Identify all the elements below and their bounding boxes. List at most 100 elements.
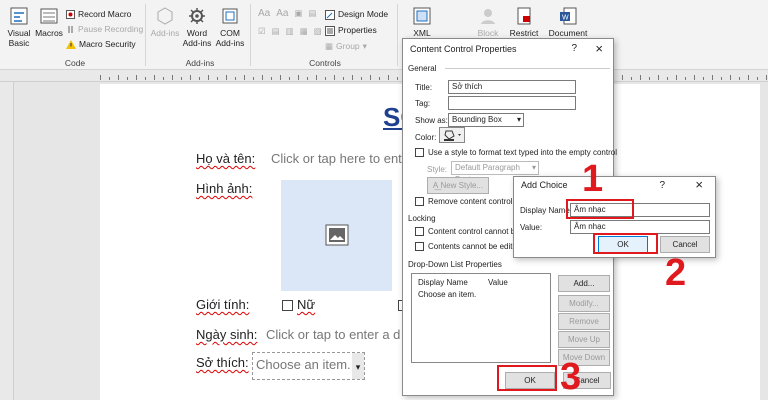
name-label: Họ và tên: <box>196 151 255 166</box>
ruler-tick <box>712 75 713 80</box>
use-style-checkbox[interactable]: Use a style to format text typed into th… <box>415 148 617 158</box>
remove-when-edited-checkbox[interactable]: Remove content control wh <box>415 197 525 207</box>
group-button[interactable]: ▦ Group ▾ <box>325 41 367 52</box>
ruler-tick <box>109 77 110 80</box>
restrict-editing-button[interactable]: Restrict <box>506 6 542 38</box>
ruler-tick <box>631 77 632 80</box>
style-select[interactable]: Default Paragraph Font▾ <box>451 161 539 184</box>
legacy-tools-icon[interactable]: ▧ <box>314 26 322 37</box>
close-icon[interactable]: × <box>595 41 603 56</box>
gender-checkbox[interactable]: Nữ <box>282 297 315 312</box>
ruler-tick <box>136 75 137 80</box>
image-label-text: Hình ảnh: <box>196 181 253 196</box>
macros-button[interactable]: Macros <box>34 6 64 38</box>
modify-choice-button[interactable]: Modify... <box>558 295 610 312</box>
value-input[interactable]: Âm nhạc <box>570 220 710 234</box>
name-content-control[interactable]: Click or tap here to ente <box>271 151 409 166</box>
hobby-dropdown-value: Choose an item. <box>256 357 351 372</box>
ruler-tick <box>145 77 146 80</box>
chevron-down-icon[interactable]: ▾ <box>352 353 364 379</box>
ruler-tick <box>307 77 308 80</box>
highlight-display-name <box>566 199 634 219</box>
pause-recording-button[interactable]: Pause Recording <box>66 24 143 35</box>
ruler-tick <box>658 75 659 80</box>
horizontal-ruler[interactable] <box>0 70 768 82</box>
com-add-ins-icon <box>222 8 238 24</box>
lock-edit-box[interactable] <box>415 242 424 252</box>
ruler-tick <box>325 77 326 80</box>
choices-list[interactable]: Display Name Value Choose an item. <box>411 273 551 363</box>
person-block-icon <box>481 9 495 24</box>
building-block-icon[interactable]: ▤ <box>309 8 317 19</box>
rich-text-control-icon[interactable]: Aa <box>258 8 270 19</box>
hobby-dropdown-control[interactable]: Choose an item. ▾ <box>252 352 365 380</box>
lock-delete-checkbox[interactable]: Content control cannot be d <box>415 227 527 237</box>
ribbon: Visual Basic Macros Record Macro Pause R… <box>0 0 768 70</box>
remove-when-edited-box[interactable] <box>415 197 424 207</box>
picture-control-icon[interactable]: ▣ <box>294 8 302 19</box>
properties-button[interactable]: Properties <box>325 25 377 36</box>
ruler-tick <box>172 75 173 80</box>
macro-security-button[interactable]: Macro Security <box>66 39 136 50</box>
add-ins-group-label: Add-ins <box>185 58 215 68</box>
word-doc-icon: W <box>560 7 577 25</box>
block-authors-button[interactable]: Block <box>470 6 506 38</box>
move-up-button[interactable]: Move Up <box>558 331 610 348</box>
new-style-label: New Style... <box>440 181 484 190</box>
color-picker-button[interactable] <box>439 127 465 143</box>
close-icon[interactable]: × <box>695 177 703 192</box>
list-controls-row: ☑ ▤ ▥ ▦ ▧ <box>258 26 322 37</box>
add-choice-title: Add Choice <box>521 180 568 190</box>
ruler-tick <box>271 77 272 80</box>
birth-date-control[interactable]: Click or tap to enter a d <box>266 327 400 342</box>
help-icon[interactable]: ? <box>571 43 577 54</box>
macros-icon <box>40 8 58 24</box>
visual-basic-button[interactable]: Visual Basic <box>4 6 34 48</box>
lock-delete-text: Content control cannot be d <box>428 227 527 236</box>
ruler-tick <box>343 77 344 80</box>
word-add-ins-button[interactable]: Word Add-ins <box>181 6 213 48</box>
dropdown-list-icon[interactable]: ▥ <box>286 26 294 37</box>
use-style-text: Use a style to format text typed into th… <box>428 148 617 157</box>
chevron-down-icon: ▾ <box>362 41 367 51</box>
ruler-tick <box>199 77 200 80</box>
title-input[interactable]: Sở thích <box>448 80 576 94</box>
checkbox-control-icon[interactable]: ☑ <box>258 26 266 37</box>
date-picker-icon[interactable]: ▦ <box>300 26 308 37</box>
tag-input[interactable] <box>448 96 576 110</box>
separator <box>145 4 146 66</box>
record-macro-button[interactable]: Record Macro <box>66 9 131 20</box>
show-as-select[interactable]: Bounding Box ▾ <box>448 113 524 127</box>
warning-icon <box>66 40 76 49</box>
value-label: Value: <box>520 223 543 232</box>
section-divider <box>445 68 610 69</box>
add-choice-cancel-button[interactable]: Cancel <box>660 236 710 253</box>
show-as-label: Show as: <box>415 116 448 125</box>
lock-delete-box[interactable] <box>415 227 424 237</box>
list-item[interactable]: Choose an item. <box>418 290 476 299</box>
ruler-tick <box>748 75 749 80</box>
com-add-ins-button[interactable]: COM Add-ins <box>214 6 246 48</box>
visual-basic-icon <box>10 7 28 25</box>
remove-choice-button[interactable]: Remove <box>558 313 610 330</box>
help-icon[interactable]: ? <box>659 180 665 191</box>
add-ins-button[interactable]: Add-ins <box>150 6 180 38</box>
new-style-button[interactable]: A͟ New Style... <box>427 177 489 194</box>
picture-content-control[interactable] <box>281 180 392 291</box>
vertical-ruler[interactable] <box>0 82 14 400</box>
combo-box-icon[interactable]: ▤ <box>272 26 280 37</box>
general-section-label: General <box>408 64 437 73</box>
add-choice-button[interactable]: Add... <box>558 275 610 292</box>
gender-checkbox-box[interactable] <box>282 300 293 312</box>
lock-edit-checkbox[interactable]: Contents cannot be edited <box>415 242 521 252</box>
add-ins-icon <box>157 7 173 25</box>
design-mode-button[interactable]: Design Mode <box>325 9 388 20</box>
properties-icon <box>325 25 335 36</box>
use-style-box[interactable] <box>415 148 424 158</box>
ruler-tick <box>127 77 128 80</box>
ruler-tick <box>190 75 191 80</box>
plain-text-control-icon[interactable]: Aa <box>276 8 288 19</box>
ruler-tick <box>217 77 218 80</box>
document-template-button[interactable]: W Document <box>548 6 588 38</box>
gear-icon <box>189 8 205 24</box>
